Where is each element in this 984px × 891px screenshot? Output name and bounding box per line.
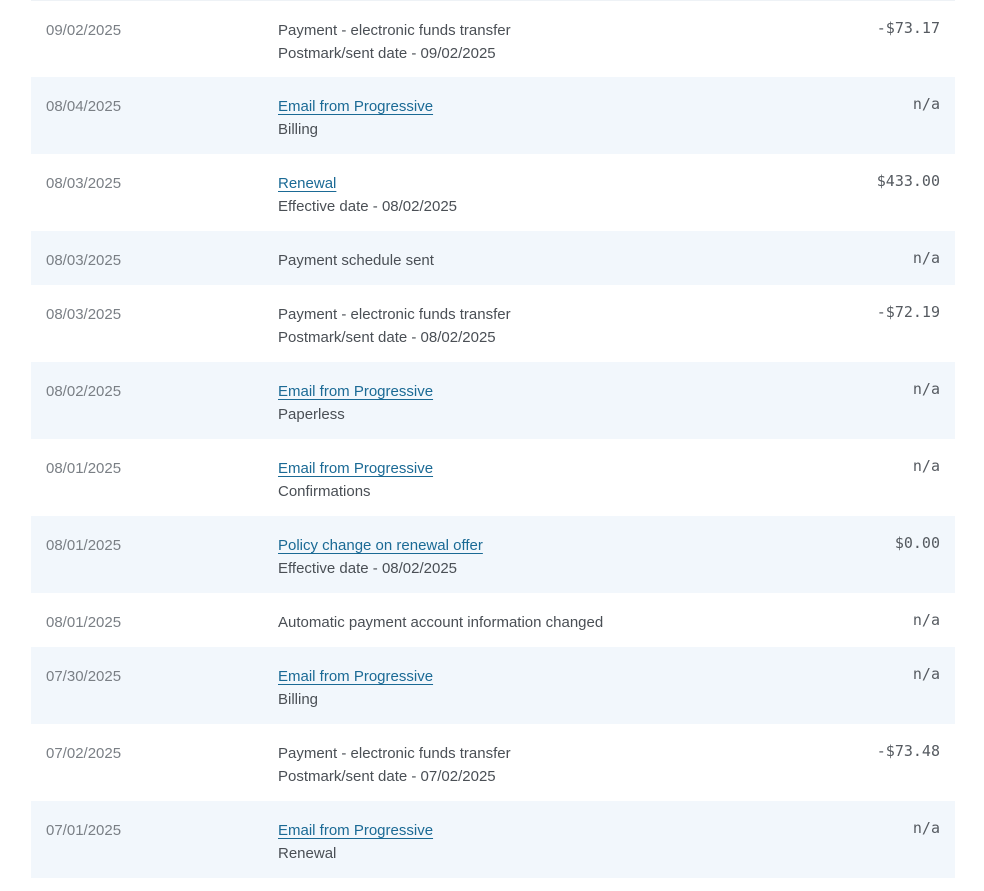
amount-cell: n/a [912,457,940,475]
history-row: 07/02/2025 Payment - electronic funds tr… [31,724,955,801]
history-item-detail: Effective date - 08/02/2025 [278,198,458,215]
description-cell: Email from Progressive Paperless [278,380,735,426]
description-cell: Email from Progressive Renewal [278,819,735,865]
history-item-detail: Paperless [278,406,345,423]
history-item-detail: Effective date - 08/02/2025 [278,560,458,577]
amount-cell: n/a [912,611,940,629]
history-row: 08/01/2025 Policy change on renewal offe… [31,516,955,593]
history-row: 09/02/2025 Payment - electronic funds tr… [31,0,955,77]
description-cell: Policy change on renewal offer Effective … [278,534,735,580]
amount-cell: $0.00 [894,534,940,552]
history-item-link[interactable]: Email from Progressive [278,457,433,480]
description-cell: Payment - electronic funds transfer Postm… [278,303,735,349]
amount-cell: -$72.19 [876,303,940,321]
history-item-link[interactable]: Email from Progressive [278,665,433,688]
history-item-title: Automatic payment account information ch… [278,614,604,631]
date-cell: 07/02/2025 [46,745,122,762]
amount-cell: n/a [912,819,940,837]
history-row: 08/03/2025 Payment - electronic funds tr… [31,285,955,362]
history-item-link[interactable]: Email from Progressive [278,819,433,842]
amount-cell: $433.00 [876,172,940,190]
description-cell: Automatic payment account information ch… [278,611,735,634]
history-item-title: Payment schedule sent [278,252,434,269]
date-cell: 08/01/2025 [46,614,122,631]
date-cell: 08/04/2025 [46,98,122,115]
description-cell: Payment - electronic funds transfer Postm… [278,742,735,788]
amount-cell: -$73.48 [876,742,940,760]
amount-cell: -$73.17 [876,19,940,37]
date-cell: 08/03/2025 [46,175,122,192]
history-item-link[interactable]: Email from Progressive [278,380,433,403]
date-cell: 08/01/2025 [46,537,122,554]
date-cell: 08/03/2025 [46,306,122,323]
history-item-link[interactable]: Renewal [278,172,336,195]
history-row: 08/01/2025 Automatic payment account inf… [31,593,955,647]
description-cell: Email from Progressive Billing [278,665,735,711]
policy-history-table: 09/02/2025 Payment - electronic funds tr… [31,0,955,878]
date-cell: 08/03/2025 [46,252,122,269]
amount-cell: n/a [912,665,940,683]
description-cell: Email from Progressive Billing [278,95,735,141]
history-item-detail: Postmark/sent date - 09/02/2025 [278,45,496,62]
date-cell: 09/02/2025 [46,22,122,39]
amount-cell: n/a [912,95,940,113]
history-row: 08/02/2025 Email from Progressive Paperle… [31,362,955,439]
history-row: 07/01/2025 Email from Progressive Renewal… [31,801,955,878]
date-cell: 07/01/2025 [46,822,122,839]
history-item-title: Payment - electronic funds transfer [278,306,511,323]
history-row: 08/03/2025 Renewal Effective date - 08/02… [31,154,955,231]
history-row: 07/30/2025 Email from Progressive Billing… [31,647,955,724]
amount-cell: n/a [912,380,940,398]
history-item-link[interactable]: Policy change on renewal offer [278,534,483,557]
history-row: 08/04/2025 Email from Progressive Billing… [31,77,955,154]
date-cell: 08/02/2025 [46,383,122,400]
history-row: 08/03/2025 Payment schedule sent n/a [31,231,955,285]
history-item-title: Payment - electronic funds transfer [278,745,511,762]
amount-cell: n/a [912,249,940,267]
history-item-detail: Postmark/sent date - 08/02/2025 [278,329,496,346]
history-item-detail: Confirmations [278,483,371,500]
date-cell: 08/01/2025 [46,460,122,477]
description-cell: Email from Progressive Confirmations [278,457,735,503]
history-rows: 09/02/2025 Payment - electronic funds tr… [31,0,955,878]
description-cell: Payment - electronic funds transfer Postm… [278,19,735,65]
history-item-detail: Renewal [278,845,337,862]
date-cell: 07/30/2025 [46,668,122,685]
history-item-detail: Billing [278,691,319,708]
history-item-detail: Billing [278,121,319,138]
history-item-link[interactable]: Email from Progressive [278,95,433,118]
history-row: 08/01/2025 Email from Progressive Confirm… [31,439,955,516]
history-item-title: Payment - electronic funds transfer [278,22,511,39]
description-cell: Payment schedule sent [278,249,735,272]
history-item-detail: Postmark/sent date - 07/02/2025 [278,768,496,785]
description-cell: Renewal Effective date - 08/02/2025 [278,172,735,218]
